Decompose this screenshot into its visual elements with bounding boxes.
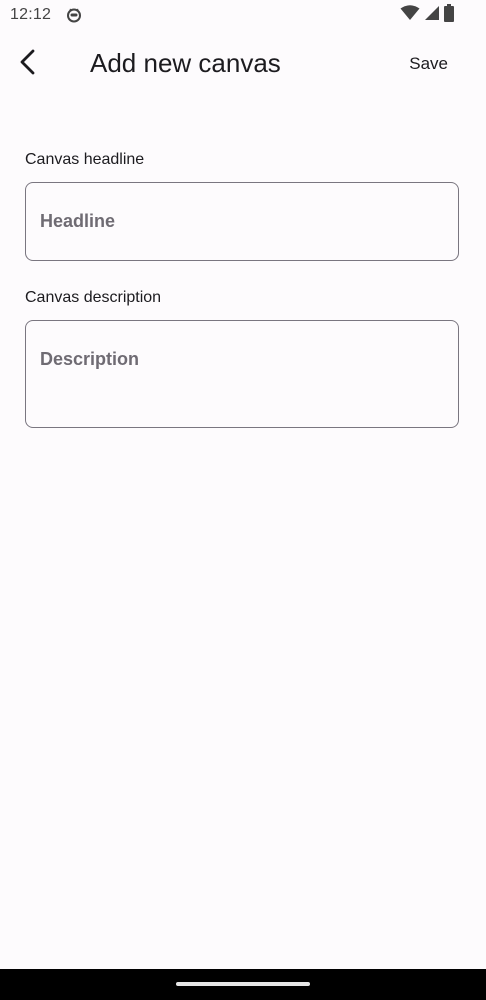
app-bar: Add new canvas Save	[0, 36, 486, 92]
description-label: Canvas description	[25, 289, 162, 306]
description-input[interactable]: Description	[25, 320, 459, 428]
headline-label: Canvas headline	[25, 151, 145, 168]
back-button[interactable]	[10, 44, 46, 84]
status-icons	[400, 3, 454, 27]
home-handle[interactable]	[176, 982, 310, 986]
wifi-icon	[400, 4, 420, 26]
description-placeholder: Description	[40, 349, 140, 369]
status-bar: 12:12	[0, 0, 486, 30]
headline-input[interactable]: Headline	[25, 182, 459, 261]
signal-icon	[424, 5, 440, 26]
battery-icon	[444, 3, 454, 27]
save-button[interactable]: Save	[409, 54, 448, 74]
navigation-bar	[0, 969, 486, 1000]
page-title: Add new canvas	[90, 48, 281, 78]
headline-placeholder: Headline	[40, 211, 116, 231]
cat-face-icon	[66, 7, 82, 23]
status-time: 12:12	[10, 6, 52, 23]
chevron-left-icon	[18, 49, 38, 80]
